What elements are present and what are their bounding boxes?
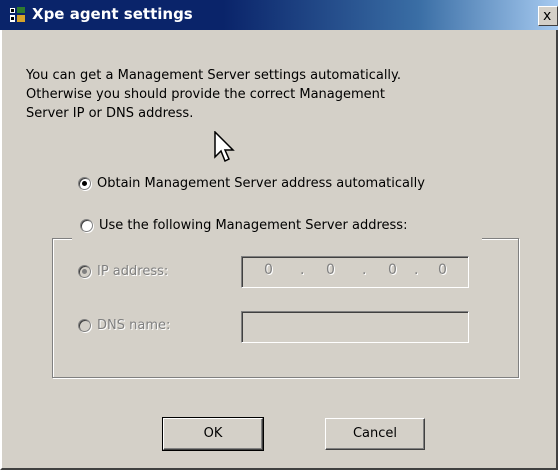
mouse-cursor-icon xyxy=(214,131,235,163)
close-button[interactable]: x xyxy=(538,6,558,26)
dns-name-input[interactable] xyxy=(241,311,469,343)
ip-octet-2: 0 xyxy=(326,262,335,278)
ip-octet-4: 0 xyxy=(438,262,447,278)
ip-separator: . xyxy=(362,262,367,278)
manual-address-label[interactable]: Use the following Management Server addr… xyxy=(99,218,407,233)
ip-address-radio[interactable] xyxy=(78,265,91,278)
dns-name-option[interactable]: DNS name: xyxy=(78,318,170,333)
dns-name-radio[interactable] xyxy=(78,319,91,332)
close-icon: x xyxy=(543,8,552,24)
auto-address-option[interactable]: Obtain Management Server address automat… xyxy=(78,176,425,191)
ip-address-option[interactable]: IP address: xyxy=(78,264,168,279)
auto-address-radio[interactable] xyxy=(78,177,91,190)
auto-address-label[interactable]: Obtain Management Server address automat… xyxy=(97,176,425,191)
cancel-button[interactable]: Cancel xyxy=(325,418,425,450)
ip-separator: . xyxy=(300,262,305,278)
ip-octet-3: 0 xyxy=(388,262,397,278)
ip-address-input[interactable]: 0 . 0 . 0 . 0 xyxy=(241,256,469,288)
dns-name-label: DNS name: xyxy=(97,318,171,333)
ip-address-label: IP address: xyxy=(97,264,169,279)
ok-button[interactable]: OK xyxy=(162,417,264,451)
manual-address-radio[interactable] xyxy=(80,219,93,232)
title-bar[interactable]: Xpe agent settings xyxy=(0,0,558,30)
app-icon xyxy=(10,7,25,22)
intro-text: You can get a Management Server settings… xyxy=(26,68,402,121)
manual-address-option[interactable]: Use the following Management Server addr… xyxy=(80,218,407,233)
ip-separator: . xyxy=(414,262,419,278)
ip-octet-1: 0 xyxy=(264,262,273,278)
window-title: Xpe agent settings xyxy=(32,5,193,23)
